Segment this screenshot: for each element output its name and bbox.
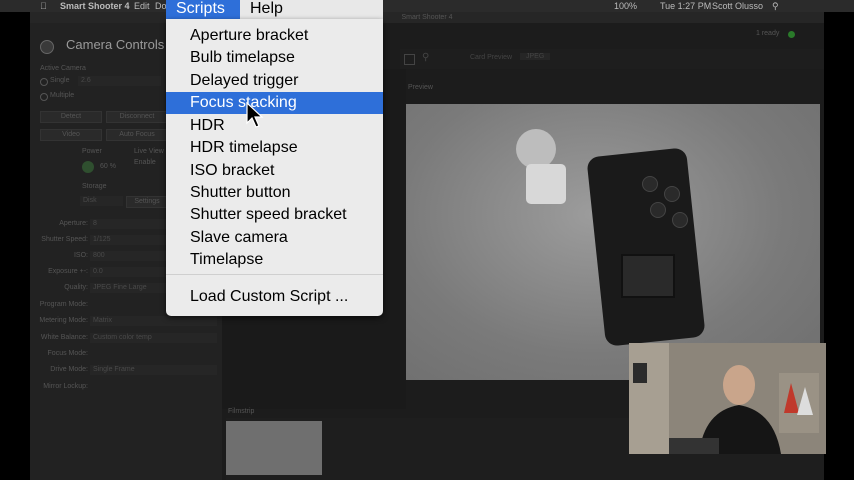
app-name-menu[interactable]: Smart Shooter 4 xyxy=(60,0,130,12)
active-camera-label: Active Camera xyxy=(40,65,86,72)
video-button[interactable]: Video xyxy=(40,129,102,141)
focus-mode-label: Focus Mode: xyxy=(47,350,88,357)
search-icon[interactable]: ⚲ xyxy=(772,0,779,12)
card-preview-label: Card Preview xyxy=(470,54,513,61)
status-indicator-icon xyxy=(788,31,795,38)
menu-item-shutter-speed-bracket[interactable]: Shutter speed bracket xyxy=(166,204,383,226)
microphone-capsule xyxy=(516,129,556,169)
storage-select[interactable]: Disk xyxy=(80,196,123,206)
filmstrip-label: Filmstrip xyxy=(228,408,255,415)
single-label: Single xyxy=(50,77,70,84)
scripts-dropdown: Aperture bracket Bulb timelapse Delayed … xyxy=(166,19,383,316)
menu-item-delayed-trigger[interactable]: Delayed trigger xyxy=(166,70,383,92)
camera-status: 1 ready xyxy=(756,30,780,37)
menu-item-aperture-bracket[interactable]: Aperture bracket xyxy=(166,25,383,47)
menu-separator xyxy=(166,274,383,275)
disconnect-button[interactable]: Disconnect xyxy=(106,111,168,123)
camera-icon xyxy=(40,40,54,54)
settings-button[interactable]: Settings xyxy=(126,196,168,208)
zoom-value: 60 % xyxy=(100,163,116,170)
menu-item-load-custom-script[interactable]: Load Custom Script ... xyxy=(166,286,383,308)
edit-menu[interactable]: Edit xyxy=(134,0,150,12)
recorder-knob xyxy=(642,176,658,192)
clock[interactable]: Tue 1:27 PM xyxy=(660,0,711,12)
help-menu[interactable]: Help xyxy=(240,0,383,19)
aperture-label: Aperture: xyxy=(59,220,88,227)
battery-status[interactable]: 100% xyxy=(614,0,637,12)
storage-label: Storage xyxy=(82,183,107,190)
webcam-overlay xyxy=(629,343,826,454)
menu-item-hdr-timelapse[interactable]: HDR timelapse xyxy=(166,137,383,159)
menu-item-hdr[interactable]: HDR xyxy=(166,115,383,137)
menu-item-focus-stacking[interactable]: Focus stacking xyxy=(166,92,383,114)
zoom-icon[interactable]: ⚲ xyxy=(422,52,429,63)
live-view-label: Live View xyxy=(134,148,164,155)
menu-item-slave-camera[interactable]: Slave camera xyxy=(166,227,383,249)
shutter-speed-label: Shutter Speed: xyxy=(41,236,88,243)
metering-mode-label: Metering Mode: xyxy=(39,317,88,324)
window-title: Smart Shooter 4 xyxy=(30,12,824,23)
live-preview-image xyxy=(406,104,820,380)
apple-icon[interactable]:  xyxy=(40,0,47,12)
scripts-menu[interactable]: Scripts xyxy=(166,0,240,19)
menu-bar:  Smart Shooter 4 Edit Do 100% Tue 1:27 … xyxy=(0,0,854,12)
quality-label: Quality: xyxy=(64,284,88,291)
mirror-lockup-label: Mirror Lockup: xyxy=(43,383,88,390)
recorder-screen xyxy=(621,254,675,298)
panel-title: Camera Controls xyxy=(66,37,165,52)
single-camera-select[interactable]: 2.6 xyxy=(78,76,161,86)
filmstrip-thumbnail[interactable] xyxy=(226,421,322,475)
recorder-knob xyxy=(650,202,666,218)
drive-mode-select[interactable]: Single Frame xyxy=(90,365,217,375)
menu-item-timelapse[interactable]: Timelapse xyxy=(166,249,383,271)
preview-label: Preview xyxy=(408,84,433,91)
metering-mode-select[interactable]: Matrix xyxy=(90,316,217,326)
mouse-pointer-icon xyxy=(246,102,264,128)
recorder-knob xyxy=(664,186,680,202)
menu-item-bulb-timelapse[interactable]: Bulb timelapse xyxy=(166,47,383,69)
multiple-radio[interactable] xyxy=(40,93,48,101)
format-select[interactable]: JPEG xyxy=(520,53,551,60)
iso-label: ISO: xyxy=(73,252,88,259)
white-balance-select[interactable]: Custom color temp xyxy=(90,333,217,343)
multiple-label: Multiple xyxy=(50,92,75,99)
detect-button[interactable]: Detect xyxy=(40,111,102,123)
power-label: Power xyxy=(82,148,102,155)
single-radio[interactable] xyxy=(40,78,48,86)
exposure-label: Exposure +-: xyxy=(48,268,88,275)
program-mode-label: Program Mode: xyxy=(39,301,88,308)
microphone-mount xyxy=(526,164,566,204)
recorder-knob xyxy=(672,212,688,228)
menu-item-iso-bracket[interactable]: ISO bracket xyxy=(166,160,383,182)
auto-focus-button[interactable]: Auto Focus xyxy=(106,129,168,141)
user-name[interactable]: Scott Olusso xyxy=(712,0,763,12)
enable-label[interactable]: Enable xyxy=(134,159,156,166)
preview-toolbar: ⚲ Card Preview JPEG xyxy=(400,49,824,69)
white-balance-label: White Balance: xyxy=(40,334,88,341)
menu-item-shutter-button[interactable]: Shutter button xyxy=(166,182,383,204)
drive-mode-label: Drive Mode: xyxy=(50,366,88,373)
power-icon[interactable] xyxy=(82,161,94,173)
grid-icon[interactable] xyxy=(404,54,415,65)
do-menu[interactable]: Do xyxy=(155,0,167,12)
